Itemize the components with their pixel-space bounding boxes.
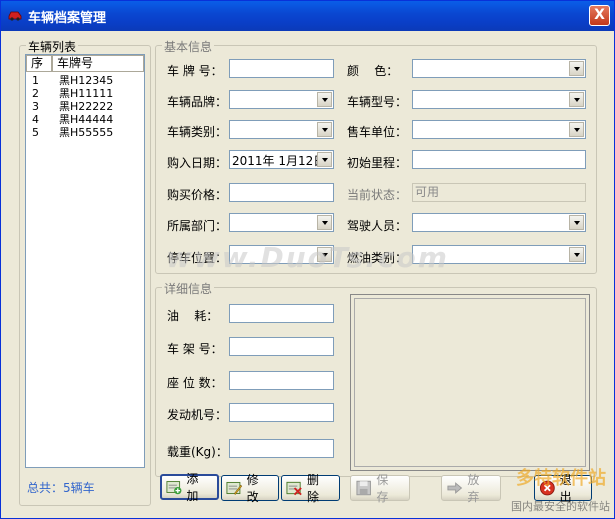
driver-combo[interactable] bbox=[412, 213, 586, 232]
seats-input[interactable] bbox=[229, 371, 334, 390]
save-label: 保 存 bbox=[376, 473, 391, 504]
category-label: 车辆类别： bbox=[167, 125, 228, 139]
chevron-down-icon[interactable] bbox=[569, 61, 584, 76]
chevron-down-icon[interactable] bbox=[569, 92, 584, 107]
color-label: 颜 色： bbox=[347, 64, 399, 78]
chevron-down-icon[interactable] bbox=[317, 215, 332, 230]
basic-info-title: 基本信息 bbox=[162, 38, 215, 55]
vehicle-list[interactable]: 序 车牌号 1 黑H12345 2 黑H11111 3 黑H22222 4 黑H… bbox=[25, 54, 145, 468]
window-title: 车辆档案管理 bbox=[28, 11, 107, 26]
frame-label: 车 架 号： bbox=[167, 342, 223, 356]
model-combo[interactable] bbox=[412, 90, 586, 109]
list-item[interactable]: 1 黑H12345 bbox=[26, 74, 144, 87]
photo-preview-inner bbox=[354, 298, 586, 467]
purchase-date-value: 2011年 1月12日 bbox=[232, 154, 326, 168]
delete-label: 删 除 bbox=[307, 473, 322, 504]
dealer-combo[interactable] bbox=[412, 120, 586, 139]
brand-watermark-sub: 国内最安全的软件站 bbox=[511, 500, 610, 513]
edit-icon bbox=[226, 481, 243, 495]
delete-icon bbox=[286, 481, 302, 496]
price-input[interactable] bbox=[229, 183, 334, 202]
chevron-down-icon[interactable] bbox=[569, 247, 584, 262]
vehicle-total: 总共：5辆车 bbox=[27, 481, 95, 495]
purchase-date-label: 购入日期： bbox=[167, 156, 228, 170]
row-num: 2 bbox=[32, 87, 39, 100]
save-icon bbox=[356, 480, 371, 496]
row-num: 1 bbox=[32, 74, 39, 87]
edit-button[interactable]: 修 改 bbox=[221, 473, 279, 504]
status-label: 当前状态： bbox=[347, 188, 408, 202]
row-plate: 黑H44444 bbox=[59, 113, 114, 126]
list-item[interactable]: 5 黑H55555 bbox=[26, 126, 144, 139]
chevron-down-icon[interactable] bbox=[317, 92, 332, 107]
driver-label: 驾驶人员： bbox=[347, 219, 408, 233]
row-plate: 黑H55555 bbox=[59, 126, 114, 139]
list-item[interactable]: 2 黑H11111 bbox=[26, 87, 144, 100]
list-item[interactable]: 4 黑H44444 bbox=[26, 113, 144, 126]
mileage-input[interactable] bbox=[412, 150, 586, 169]
chevron-down-icon[interactable] bbox=[317, 152, 332, 167]
add-button[interactable]: 添 加 bbox=[160, 472, 219, 503]
row-plate: 黑H22222 bbox=[59, 100, 114, 113]
load-label: 载重(Kg)： bbox=[167, 445, 228, 459]
chevron-down-icon[interactable] bbox=[317, 122, 332, 137]
chevron-down-icon[interactable] bbox=[569, 215, 584, 230]
main-window: 车辆档案管理 X 车辆列表 序 车牌号 1 黑H12345 2 黑H11111 … bbox=[0, 0, 615, 519]
frame-input[interactable] bbox=[229, 337, 334, 356]
brand-combo[interactable] bbox=[229, 90, 334, 109]
brand-label: 车辆品牌： bbox=[167, 95, 228, 109]
photo-preview[interactable] bbox=[350, 294, 590, 471]
engine-input[interactable] bbox=[229, 403, 334, 422]
row-plate: 黑H12345 bbox=[59, 74, 114, 87]
car-icon bbox=[8, 11, 22, 21]
column-header-plate[interactable]: 车牌号 bbox=[52, 55, 144, 72]
delete-button[interactable]: 删 除 bbox=[281, 473, 340, 504]
purchase-date-picker[interactable]: 2011年 1月12日 bbox=[229, 150, 334, 169]
cancel-button[interactable]: 放 弃 bbox=[441, 473, 501, 504]
row-num: 3 bbox=[32, 100, 39, 113]
category-combo[interactable] bbox=[229, 120, 334, 139]
arrow-right-icon bbox=[447, 482, 463, 494]
brand-watermark: 多特软件站 bbox=[516, 468, 606, 489]
list-item[interactable]: 3 黑H22222 bbox=[26, 100, 144, 113]
plate-label: 车 牌 号： bbox=[167, 64, 223, 78]
chevron-down-icon[interactable] bbox=[569, 122, 584, 137]
engine-label: 发动机号： bbox=[167, 408, 228, 422]
load-input[interactable] bbox=[229, 439, 334, 458]
status-field: 可用 bbox=[412, 183, 586, 202]
fuel-consumption-input[interactable] bbox=[229, 304, 334, 323]
edit-label: 修 改 bbox=[246, 473, 261, 504]
dept-label: 所属部门： bbox=[167, 219, 228, 233]
vehicle-list-title: 车辆列表 bbox=[26, 38, 79, 55]
title-bar[interactable]: 车辆档案管理 X bbox=[1, 1, 614, 31]
row-plate: 黑H11111 bbox=[59, 87, 114, 100]
plate-input[interactable] bbox=[229, 59, 334, 78]
list-header: 序 车牌号 bbox=[26, 55, 144, 72]
add-icon bbox=[166, 481, 182, 495]
price-label: 购买价格： bbox=[167, 188, 228, 202]
row-num: 4 bbox=[32, 113, 39, 126]
dealer-label: 售车单位： bbox=[347, 125, 408, 139]
color-combo[interactable] bbox=[412, 59, 586, 78]
save-button[interactable]: 保 存 bbox=[350, 473, 410, 504]
detail-info-title: 详细信息 bbox=[162, 280, 215, 297]
dept-combo[interactable] bbox=[229, 213, 334, 232]
add-label: 添 加 bbox=[186, 472, 201, 503]
row-num: 5 bbox=[32, 126, 39, 139]
cancel-label: 放 弃 bbox=[467, 473, 482, 504]
mileage-label: 初始里程： bbox=[347, 156, 408, 170]
model-label: 车辆型号： bbox=[347, 95, 408, 109]
column-header-num[interactable]: 序 bbox=[26, 55, 52, 72]
close-button[interactable]: X bbox=[589, 5, 610, 26]
seats-label: 座 位 数： bbox=[167, 376, 223, 390]
watermark-text: www.DuoTs.com bbox=[166, 241, 449, 274]
fuel-consumption-label: 油 耗： bbox=[167, 309, 219, 323]
